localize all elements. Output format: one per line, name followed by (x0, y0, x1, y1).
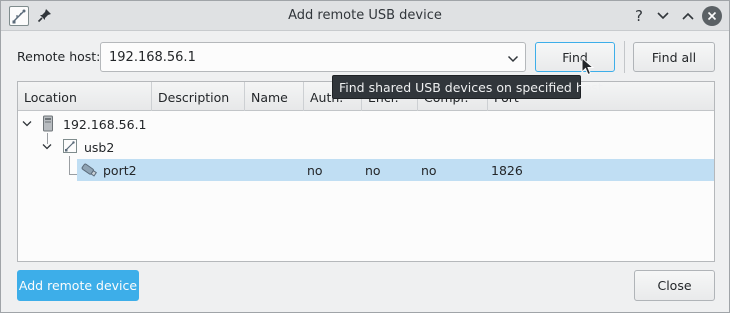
chevron-down-icon[interactable] (22, 120, 32, 128)
encr-value: no (365, 163, 381, 178)
tree-row-host[interactable]: 192.168.56.1 (18, 113, 714, 135)
compr-value: no (421, 163, 437, 178)
close-window-button[interactable] (702, 6, 722, 26)
minimize-button[interactable] (653, 6, 673, 26)
hub-node-label: usb2 (84, 140, 115, 155)
close-icon (707, 11, 717, 21)
port-value: 1826 (491, 163, 523, 178)
tree-branch-line (69, 156, 70, 175)
port-node-label: port2 (103, 163, 137, 178)
tree-row-port2[interactable]: port2 no no no 1826 (77, 159, 714, 181)
find-tooltip: Find shared USB devices on specified hos… (332, 75, 603, 99)
host-node-label: 192.168.56.1 (63, 117, 147, 132)
add-remote-device-button[interactable]: Add remote device (17, 270, 139, 301)
dialog-window: Add remote USB device ? Remote host: 192… (0, 0, 730, 313)
toolbar-separator (624, 41, 625, 73)
find-all-button[interactable]: Find all (633, 42, 715, 72)
maximize-button[interactable] (678, 6, 698, 26)
chevron-down-icon[interactable] (507, 52, 519, 67)
device-tree[interactable]: Location Description Name Auth. Encr. Co… (17, 81, 715, 262)
chevron-down-icon[interactable] (42, 143, 52, 151)
title-bar: Add remote USB device ? (1, 1, 729, 31)
window-title: Add remote USB device (288, 8, 442, 23)
help-button[interactable]: ? (629, 6, 649, 26)
tree-row-usb2[interactable]: usb2 (18, 136, 714, 158)
chevron-down-icon (657, 12, 669, 20)
column-description[interactable]: Description (152, 82, 245, 111)
computer-icon (43, 115, 53, 132)
usb-hub-icon (63, 139, 77, 153)
auth-value: no (307, 163, 323, 178)
column-name[interactable]: Name (245, 82, 304, 111)
mouse-cursor-icon (581, 57, 595, 76)
remote-host-value: 192.168.56.1 (109, 50, 196, 65)
close-button[interactable]: Close (634, 270, 715, 301)
usb-plug-icon (81, 163, 97, 177)
chevron-up-icon (682, 12, 694, 20)
remote-host-combobox[interactable]: 192.168.56.1 (100, 42, 526, 72)
column-location[interactable]: Location (18, 82, 152, 111)
remote-host-label: Remote host: (17, 49, 101, 64)
find-button[interactable]: Find (535, 42, 615, 72)
